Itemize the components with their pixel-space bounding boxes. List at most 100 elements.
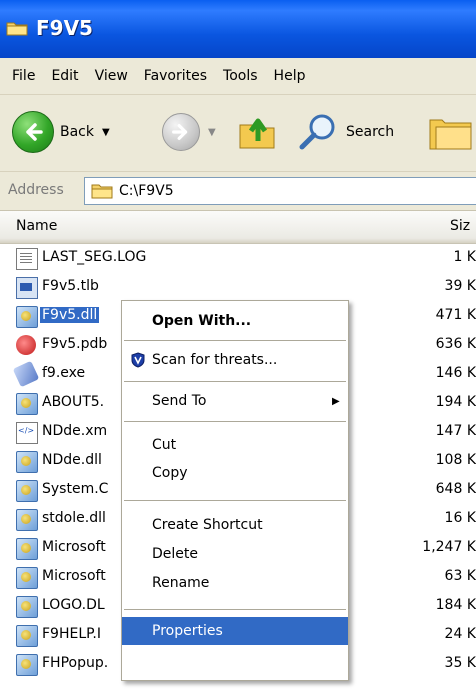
menu-help[interactable]: Help bbox=[266, 68, 314, 84]
folders-icon bbox=[429, 119, 472, 150]
name-column-header[interactable]: Name bbox=[16, 218, 57, 234]
address-label: Address bbox=[8, 182, 64, 198]
up-folder-button[interactable] bbox=[236, 105, 278, 159]
file-name: Microsoft bbox=[42, 568, 106, 584]
context-menu: Open With... Scan for threats... Send To… bbox=[121, 300, 349, 681]
back-label: Back bbox=[60, 124, 94, 140]
file-name: ABOUT5. bbox=[42, 394, 105, 410]
menu-separator bbox=[124, 609, 346, 610]
file-row[interactable]: LAST_SEG.LOG 1 K bbox=[0, 244, 476, 273]
forward-button[interactable]: ▼ bbox=[162, 105, 216, 159]
dll-file-icon bbox=[16, 509, 38, 531]
menu-bar: File Edit View Favorites Tools Help bbox=[0, 58, 476, 95]
folders-button[interactable] bbox=[428, 105, 472, 159]
file-size: 146 K bbox=[435, 365, 476, 381]
file-name: NDde.xm bbox=[42, 423, 108, 439]
file-size: 39 K bbox=[444, 278, 476, 294]
window-title: F9V5 bbox=[36, 16, 93, 40]
menu-item-label: Send To bbox=[152, 393, 207, 409]
file-size: 471 K bbox=[435, 307, 476, 323]
menu-item-cut[interactable]: Cut bbox=[122, 431, 348, 459]
file-size: 184 K bbox=[435, 597, 476, 613]
search-label: Search bbox=[346, 124, 395, 140]
menu-view[interactable]: View bbox=[87, 68, 136, 84]
forward-dropdown-icon[interactable]: ▼ bbox=[208, 127, 216, 138]
menu-item-send-to[interactable]: Send To ▶ bbox=[122, 387, 348, 415]
exe-file-icon bbox=[12, 360, 40, 388]
file-name: F9v5.dll bbox=[40, 307, 100, 323]
search-icon bbox=[299, 114, 335, 150]
title-bar[interactable]: F9V5 bbox=[0, 0, 476, 58]
menu-item-scan[interactable]: Scan for threats... bbox=[122, 346, 348, 374]
folder-icon bbox=[91, 184, 113, 199]
xml-file-icon bbox=[16, 422, 38, 444]
menu-item-open-with[interactable]: Open With... bbox=[122, 307, 348, 335]
file-size: 1 K bbox=[453, 249, 476, 265]
address-value: C:\F9V5 bbox=[119, 183, 174, 199]
dll-file-icon bbox=[16, 567, 38, 589]
menu-item-delete[interactable]: Delete bbox=[122, 540, 348, 568]
back-dropdown-icon[interactable]: ▼ bbox=[102, 127, 110, 138]
file-size: 108 K bbox=[435, 452, 476, 468]
file-name: FHPopup. bbox=[42, 655, 109, 671]
menu-item-properties[interactable]: Properties bbox=[122, 617, 348, 645]
dll-file-icon bbox=[16, 451, 38, 473]
address-field[interactable]: C:\F9V5 bbox=[84, 177, 476, 205]
file-size: 636 K bbox=[435, 336, 476, 352]
file-row[interactable]: F9v5.tlb 39 K bbox=[0, 273, 476, 302]
menu-item-label: Create Shortcut bbox=[152, 517, 263, 533]
menu-item-label: Rename bbox=[152, 575, 210, 591]
log-file-icon bbox=[16, 248, 38, 270]
menu-item-label: Properties bbox=[152, 623, 223, 639]
pdb-file-icon bbox=[16, 335, 36, 355]
file-name: LAST_SEG.LOG bbox=[42, 249, 147, 265]
menu-separator bbox=[124, 340, 346, 341]
menu-separator bbox=[124, 421, 346, 422]
dll-file-icon bbox=[16, 480, 38, 502]
menu-item-label: Copy bbox=[152, 465, 188, 481]
back-arrow-icon bbox=[12, 111, 54, 153]
file-size: 16 K bbox=[444, 510, 476, 526]
toolbar: Back ▼ ▼ Search bbox=[0, 95, 476, 172]
menu-item-label: Open With... bbox=[152, 313, 252, 329]
dll-file-icon bbox=[16, 538, 38, 560]
file-name: F9HELP.I bbox=[42, 626, 101, 642]
back-button[interactable]: Back ▼ bbox=[12, 105, 110, 159]
menu-item-label: Delete bbox=[152, 546, 198, 562]
shield-icon bbox=[131, 352, 145, 368]
dll-file-icon bbox=[16, 654, 38, 676]
type-library-icon bbox=[16, 277, 38, 299]
column-header: Name Siz bbox=[0, 211, 476, 244]
file-name: f9.exe bbox=[42, 365, 86, 381]
dll-file-icon bbox=[16, 596, 38, 618]
dll-file-icon bbox=[16, 306, 38, 328]
file-size: 648 K bbox=[435, 481, 476, 497]
file-name: F9v5.tlb bbox=[42, 278, 99, 294]
menu-item-copy[interactable]: Copy bbox=[122, 459, 348, 487]
file-size: 147 K bbox=[435, 423, 476, 439]
menu-item-rename[interactable]: Rename bbox=[122, 569, 348, 597]
file-name: stdole.dll bbox=[42, 510, 106, 526]
search-button[interactable]: Search bbox=[296, 105, 394, 159]
menu-favorites[interactable]: Favorites bbox=[136, 68, 215, 84]
file-name: NDde.dll bbox=[42, 452, 102, 468]
menu-file[interactable]: File bbox=[0, 68, 43, 84]
file-size: 194 K bbox=[435, 394, 476, 410]
address-bar: Address C:\F9V5 bbox=[0, 172, 476, 211]
dll-file-icon bbox=[16, 625, 38, 647]
submenu-arrow-icon: ▶ bbox=[332, 395, 340, 407]
file-size: 63 K bbox=[444, 568, 476, 584]
dll-file-icon bbox=[16, 393, 38, 415]
menu-separator bbox=[124, 381, 346, 382]
file-size: 24 K bbox=[444, 626, 476, 642]
menu-item-create-shortcut[interactable]: Create Shortcut bbox=[122, 511, 348, 539]
size-column-header[interactable]: Siz bbox=[450, 218, 470, 234]
menu-tools[interactable]: Tools bbox=[215, 68, 266, 84]
file-size: 35 K bbox=[444, 655, 476, 671]
forward-arrow-icon bbox=[162, 113, 200, 151]
folder-icon bbox=[6, 22, 28, 36]
file-name: LOGO.DL bbox=[42, 597, 105, 613]
file-name: System.C bbox=[42, 481, 109, 497]
menu-edit[interactable]: Edit bbox=[43, 68, 86, 84]
menu-separator bbox=[124, 500, 346, 501]
